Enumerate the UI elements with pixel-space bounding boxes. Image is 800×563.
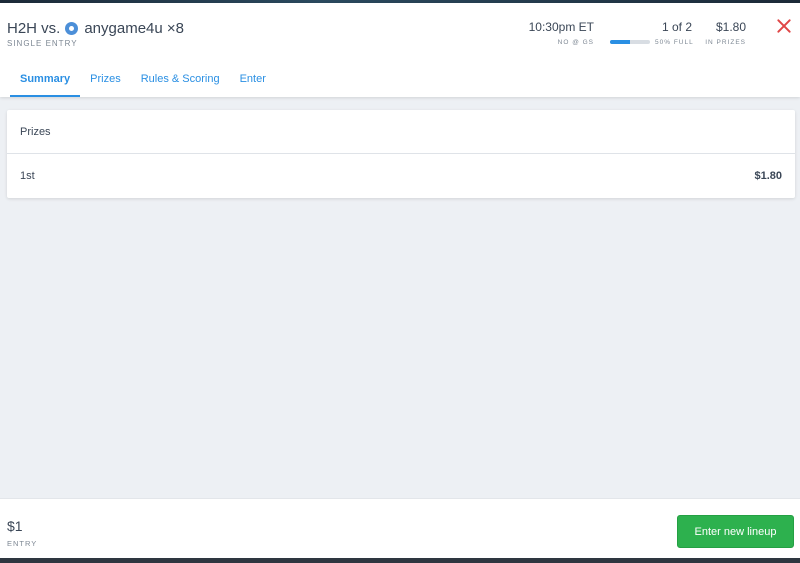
entries-stat: 1 of 2 xyxy=(606,20,692,34)
entry-footer: $1 ENTRY Enter new lineup xyxy=(0,498,800,558)
entries-progress-fill xyxy=(610,40,630,44)
prize-place: 1st xyxy=(20,170,35,182)
prize-total: $1.80 xyxy=(715,20,746,34)
prizes-stat: $1.80 IN PRIZES xyxy=(700,20,746,46)
prize-row: 1st $1.80 xyxy=(7,154,795,198)
tab-bar: Summary Prizes Rules & Scoring Enter xyxy=(10,71,276,97)
opponent-name[interactable]: anygame4u ×8 xyxy=(84,20,184,37)
game-matchup: NO @ GS xyxy=(557,39,594,46)
background-strip-bottom xyxy=(0,558,800,563)
close-icon[interactable] xyxy=(775,17,793,35)
contest-modal: H2H vs. anygame4u ×8 SINGLE ENTRY 10:30p… xyxy=(0,3,800,558)
entries-count: 1 of 2 xyxy=(661,20,692,34)
prize-total-label: IN PRIZES xyxy=(705,39,746,46)
entries-full-label: 50% FULL xyxy=(655,39,694,46)
prizes-card: Prizes 1st $1.80 xyxy=(7,110,795,198)
start-time-stat: 10:30pm ET NO @ GS xyxy=(520,20,594,46)
prize-amount: $1.80 xyxy=(754,170,782,182)
tab-enter[interactable]: Enter xyxy=(230,71,276,97)
tab-summary[interactable]: Summary xyxy=(10,71,81,97)
prizes-card-title: Prizes xyxy=(7,110,795,154)
tab-prizes[interactable]: Prizes xyxy=(80,71,131,97)
opponent-badge-icon xyxy=(65,21,79,35)
entry-type: SINGLE ENTRY xyxy=(7,39,78,48)
start-time: 10:30pm ET xyxy=(528,20,594,34)
title-prefix: H2H vs. xyxy=(7,19,61,37)
contest-title: H2H vs. anygame4u ×8 xyxy=(7,16,184,40)
entries-progress-bar xyxy=(610,40,650,44)
tab-rules-scoring[interactable]: Rules & Scoring xyxy=(131,71,230,97)
contest-header: H2H vs. anygame4u ×8 SINGLE ENTRY 10:30p… xyxy=(0,3,800,97)
enter-new-lineup-button[interactable]: Enter new lineup xyxy=(677,515,794,548)
entry-fee-label: ENTRY xyxy=(7,539,38,548)
entry-fee: $1 xyxy=(7,518,23,534)
